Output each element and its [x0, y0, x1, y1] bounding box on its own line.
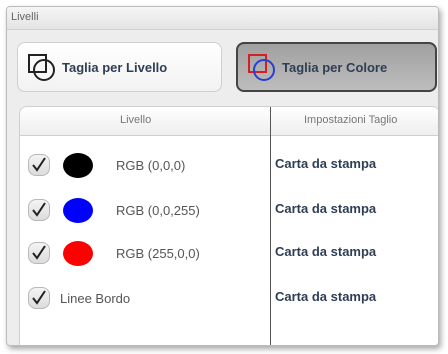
table-header: Livello Impostazioni Taglio [20, 107, 438, 136]
cut-by-color-button[interactable]: Taglia per Colore [236, 42, 437, 92]
row-checkbox[interactable] [28, 287, 50, 309]
checkmark-icon [32, 202, 46, 217]
level-label: RGB (0,0,255) [116, 203, 200, 218]
layers-icon [28, 54, 55, 81]
levels-table: Livello Impostazioni Taglio RGB (0,0,0) … [19, 106, 438, 345]
level-label: RGB (255,0,0) [116, 246, 200, 261]
checkmark-icon [32, 157, 46, 172]
cut-setting[interactable]: Carta da stampa [275, 289, 376, 304]
column-header-cut-settings: Impostazioni Taglio [304, 114, 398, 126]
color-swatch [63, 198, 93, 223]
table-row[interactable]: RGB (0,0,255) Carta da stampa [20, 195, 438, 225]
cut-by-level-button[interactable]: Taglia per Livello [17, 42, 222, 92]
cut-setting[interactable]: Carta da stampa [275, 244, 376, 259]
row-checkbox[interactable] [28, 199, 50, 221]
row-checkbox[interactable] [28, 154, 50, 176]
row-checkbox[interactable] [28, 242, 50, 264]
color-swatch [63, 153, 93, 178]
column-header-level: Livello [120, 114, 152, 126]
table-row[interactable]: RGB (0,0,0) Carta da stampa [20, 150, 438, 180]
checkmark-icon [32, 290, 46, 305]
level-label: Linee Bordo [60, 291, 131, 306]
levels-panel: Livelli Taglia per Livello Taglia per Co… [6, 6, 439, 346]
table-row[interactable]: Linee Bordo Carta da stampa [20, 283, 438, 313]
panel-title: Livelli [11, 11, 39, 23]
checkmark-icon [32, 245, 46, 260]
level-label: RGB (0,0,0) [116, 158, 186, 173]
cut-by-color-label: Taglia per Colore [282, 59, 388, 75]
panel-titlebar: Livelli [7, 7, 438, 30]
cut-by-level-label: Taglia per Livello [62, 59, 168, 75]
color-swatch [63, 241, 93, 266]
table-row[interactable]: RGB (255,0,0) Carta da stampa [20, 238, 438, 268]
cut-setting[interactable]: Carta da stampa [275, 156, 376, 171]
color-layers-icon [248, 54, 275, 81]
cut-setting[interactable]: Carta da stampa [275, 201, 376, 216]
